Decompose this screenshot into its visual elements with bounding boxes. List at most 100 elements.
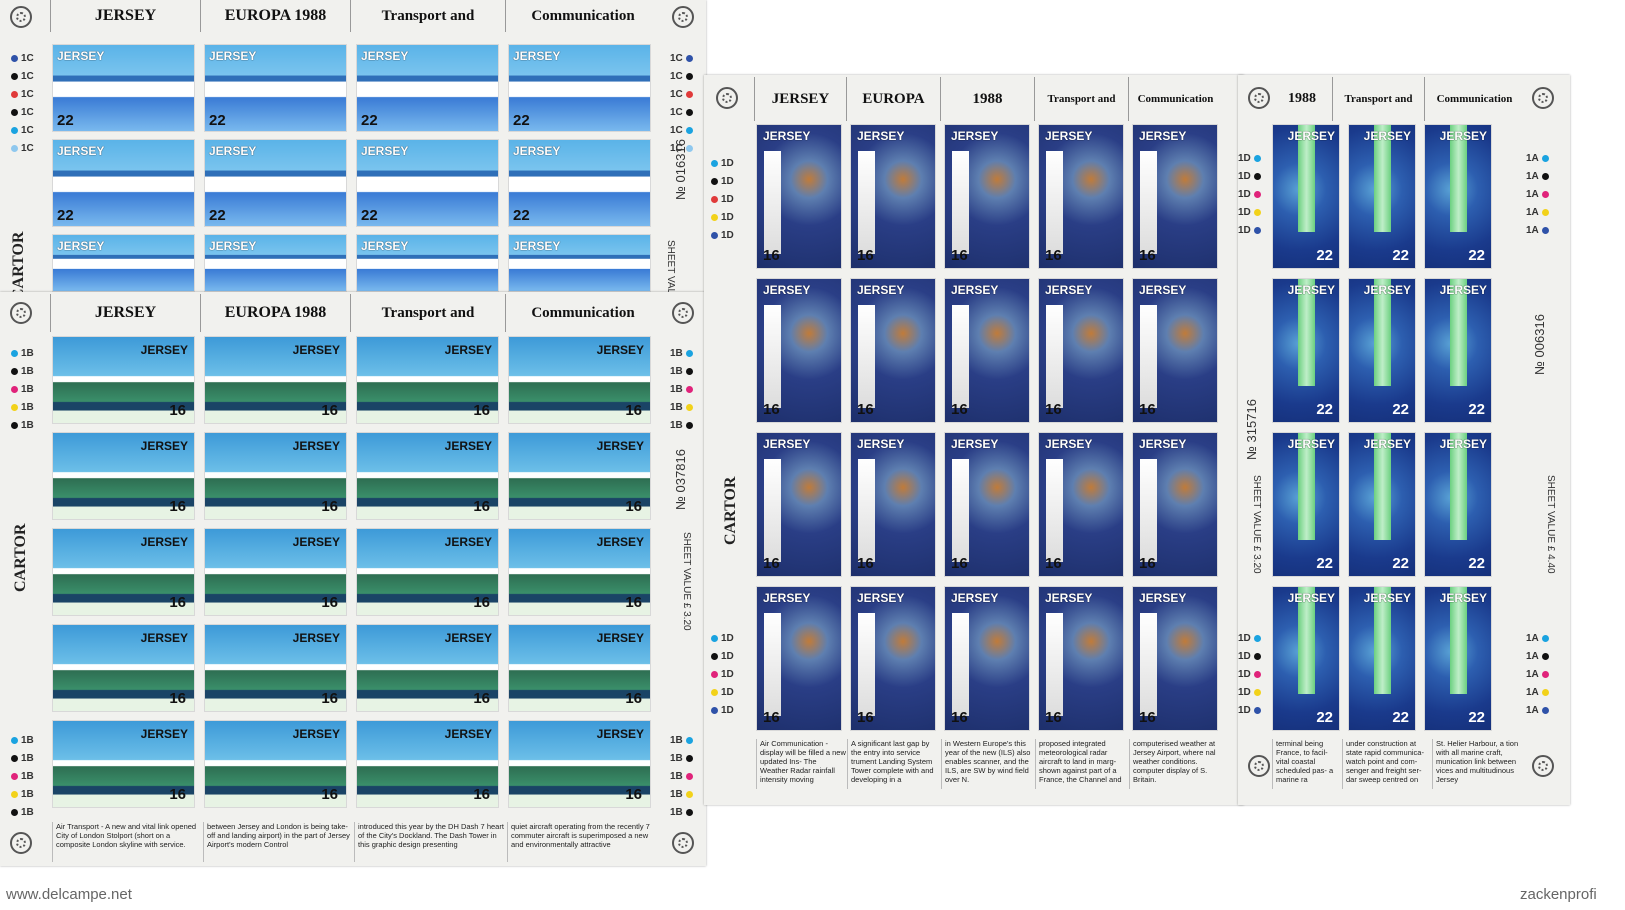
stamp: JERSEY 16 <box>756 124 842 269</box>
watermark: www.delcampe.net <box>6 886 132 903</box>
stamp-country: JERSEY <box>1439 129 1487 143</box>
stamp-country: JERSEY <box>763 283 811 297</box>
stamp-value: 22 <box>1316 247 1333 264</box>
stamp-value: 22 <box>1468 401 1485 418</box>
stamp-country: JERSEY <box>1139 283 1187 297</box>
colour-control-right: 1B 1B 1B 1B 1B <box>670 732 696 822</box>
printer-imprint: CARTOR <box>722 476 739 545</box>
stamp-country: JERSEY <box>951 591 999 605</box>
europa-seal-icon <box>1248 755 1270 777</box>
stamp-value: 16 <box>1139 247 1156 264</box>
stamp-country: JERSEY <box>1045 437 1093 451</box>
stamp-country: JERSEY <box>292 439 340 453</box>
stamp-country: JERSEY <box>596 631 644 645</box>
sheet-number: № 016316 <box>673 139 688 200</box>
stamp-country: JERSEY <box>444 343 492 357</box>
stamp-value: 16 <box>1045 247 1062 264</box>
stamp-value: 22 <box>57 112 74 129</box>
stamp-value: 16 <box>473 594 490 611</box>
stamp-value: 16 <box>625 786 642 803</box>
stamp-country: JERSEY <box>596 343 644 357</box>
stamp-value: 22 <box>1392 709 1409 726</box>
stamp-country: JERSEY <box>951 283 999 297</box>
stamp-country: JERSEY <box>1045 129 1093 143</box>
stamp-country: JERSEY <box>1139 591 1187 605</box>
stamp: JERSEY22 <box>52 234 195 292</box>
stamp-value: 22 <box>1392 401 1409 418</box>
stamp: JERSEY 16 <box>356 624 499 712</box>
stamp: JERSEY 16 <box>944 124 1030 269</box>
stamp: JERSEY 16 <box>850 432 936 577</box>
header-cell: EUROPA <box>846 77 940 121</box>
colour-control-left: 1D 1D 1D 1D 1D <box>708 155 734 245</box>
header-cell: 1988 <box>1288 91 1316 106</box>
stamp-value: 16 <box>1045 401 1062 418</box>
stamp: JERSEY22 <box>356 234 499 292</box>
header-cell: JERSEY <box>50 294 200 332</box>
header-cell: Communication <box>505 0 660 32</box>
stamp-country: JERSEY <box>513 239 561 253</box>
stamp-country: JERSEY <box>857 283 905 297</box>
sheet-number: № 006316 <box>1532 314 1547 375</box>
colour-control-left: 1D 1D 1D 1D 1D <box>1238 150 1264 240</box>
stamp-value: 16 <box>763 555 780 572</box>
stamp-value: 16 <box>857 709 874 726</box>
stamp-value: 16 <box>473 498 490 515</box>
stamp-value: 22 <box>209 112 226 129</box>
stamp: JERSEY 16 <box>1132 278 1218 423</box>
header-cell: Transport and <box>350 0 505 32</box>
stamp: JERSEY22 <box>356 139 499 227</box>
stamp-value: 16 <box>625 402 642 419</box>
europa-seal-icon <box>1248 87 1270 109</box>
stamp-country: JERSEY <box>292 535 340 549</box>
stamp: JERSEY22 <box>1348 432 1416 577</box>
stamp: JERSEY 16 <box>850 124 936 269</box>
stamp: JERSEY 16 <box>944 278 1030 423</box>
colour-control-right: 1A 1A 1A 1A 1A <box>1526 150 1552 240</box>
stamp-country: JERSEY <box>1139 129 1187 143</box>
stamp-country: JERSEY <box>444 631 492 645</box>
sheet-value: SHEET VALUE £ 4.40 <box>1545 475 1556 574</box>
stamp-value: 16 <box>473 690 490 707</box>
stamp: JERSEY 16 <box>756 432 842 577</box>
stamp-value: 16 <box>951 247 968 264</box>
stamp-value: 16 <box>857 555 874 572</box>
stamp-country: JERSEY <box>763 129 811 143</box>
stamp: JERSEY 16 <box>1038 432 1124 577</box>
stamp-value: 22 <box>1316 401 1333 418</box>
stamp: JERSEY 16 <box>1038 278 1124 423</box>
europa-seal-icon <box>672 302 694 324</box>
stamp: JERSEY22 <box>1272 586 1340 731</box>
stamp-country: JERSEY <box>140 727 188 741</box>
stamp-country: JERSEY <box>209 239 257 253</box>
stamp-country: JERSEY <box>209 49 257 63</box>
colour-control-left: 1D 1D 1D 1D 1D <box>1238 630 1264 720</box>
stamp-country: JERSEY <box>444 727 492 741</box>
stamp-value: 22 <box>513 207 530 224</box>
stamp: JERSEY 16 <box>756 586 842 731</box>
europa-seal-icon <box>672 832 694 854</box>
caption-text: Air Communication - display will be fill… <box>756 739 846 789</box>
stamp: JERSEY 16 <box>52 432 195 520</box>
stamp: JERSEY 22 <box>1348 278 1416 423</box>
header-cell: Transport and <box>1034 77 1128 121</box>
header-cell: JERSEY <box>754 77 846 121</box>
sheet-value: SHEET VALUE £ 3.20 <box>1251 475 1262 574</box>
sheet-number: № 037816 <box>673 449 688 510</box>
stamp-country: JERSEY <box>857 437 905 451</box>
caption-text: St. Helier Harbour, a tion with all mari… <box>1432 739 1524 789</box>
header-cell: EUROPA 1988 <box>200 294 350 332</box>
stamp: JERSEY 22 <box>204 44 347 132</box>
stamp-value: 16 <box>951 401 968 418</box>
stamp: JERSEY22 <box>204 234 347 292</box>
stamp-country: JERSEY <box>1363 283 1411 297</box>
header-cell: Communication <box>505 294 660 332</box>
stamp: JERSEY 16 <box>508 432 651 520</box>
stamp-value: 22 <box>1392 247 1409 264</box>
stamp: JERSEY22 <box>1348 586 1416 731</box>
caption-text: quiet aircraft operating from the recent… <box>507 822 659 862</box>
stamp-value: 16 <box>169 690 186 707</box>
stamp-country: JERSEY <box>951 437 999 451</box>
stamp-value: 16 <box>625 690 642 707</box>
stamp-value: 16 <box>169 594 186 611</box>
